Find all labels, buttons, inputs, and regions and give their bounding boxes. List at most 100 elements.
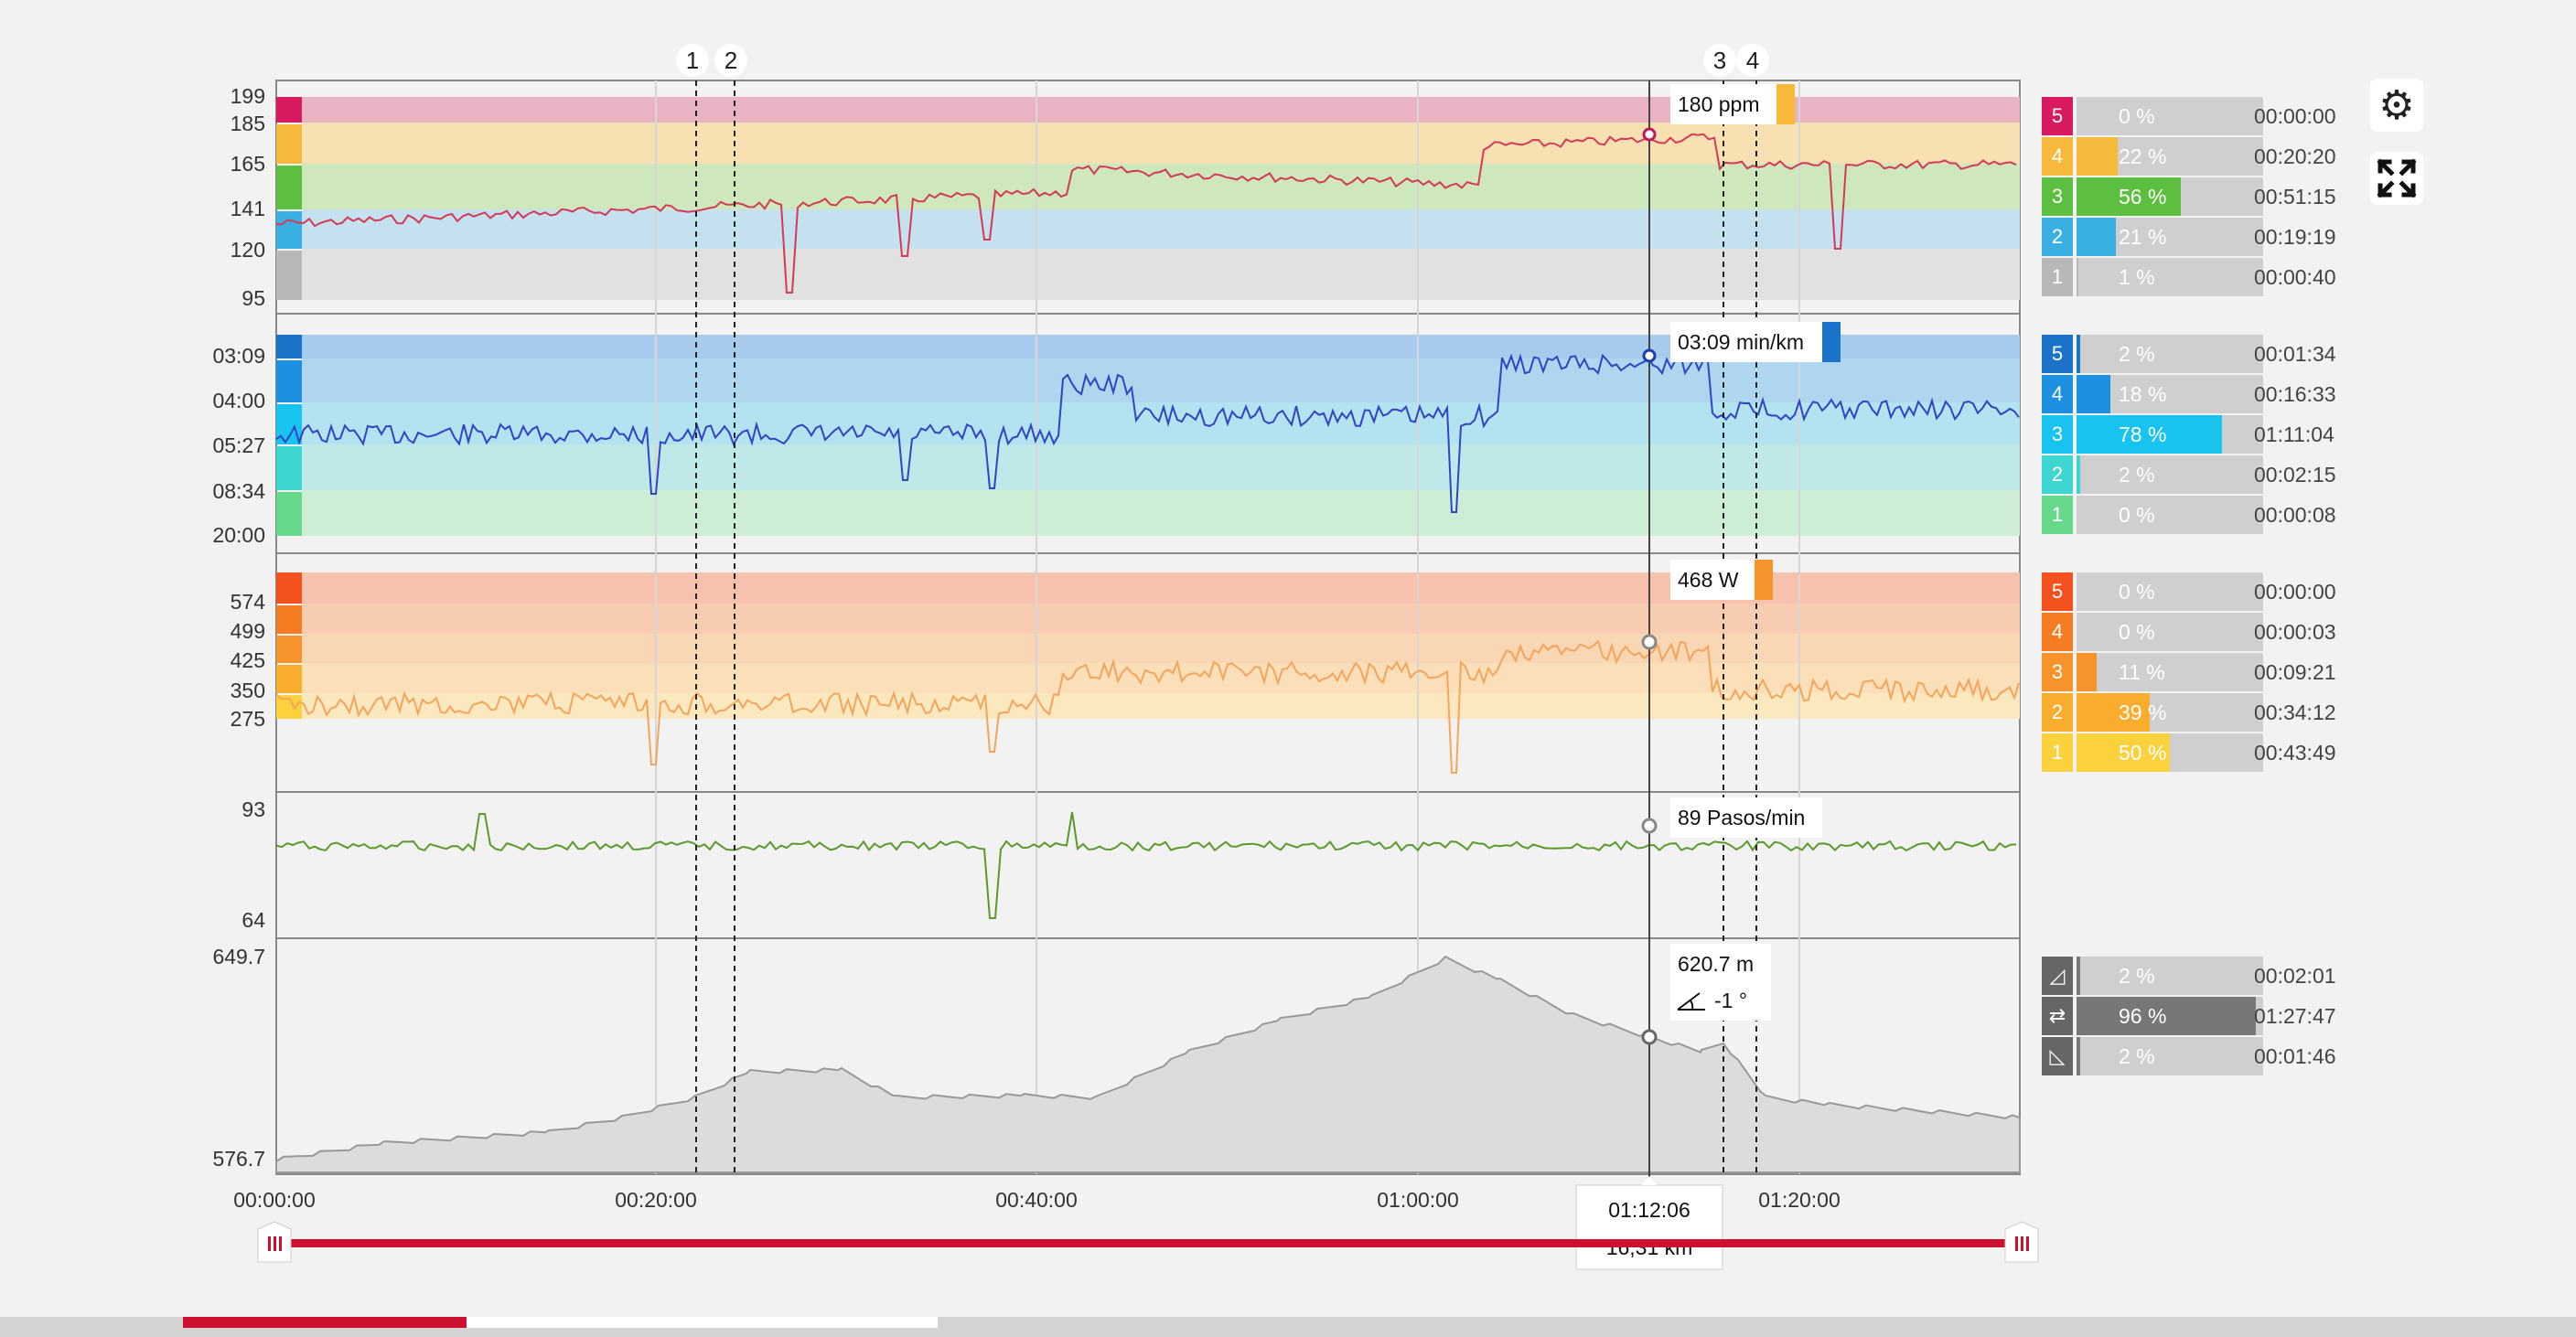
pace-zone-time: 01:11:04 [2254,422,2334,446]
range-slider[interactable] [257,1221,2039,1263]
svg-text:350: 350 [231,679,265,702]
pace-zone-percent: 18 % [2119,382,2167,406]
fullscreen-icon [2377,158,2417,198]
lap-marker-4: 4 [1746,47,1759,74]
pace-zone-time: 00:01:34 [2254,342,2336,366]
pace-zone-percent: 78 % [2119,422,2167,446]
svg-text:120: 120 [231,238,265,262]
svg-text:00:40:00: 00:40:00 [995,1188,1078,1212]
svg-text:165: 165 [231,152,265,176]
pace-zone-percent: 2 % [2119,463,2155,487]
svg-text:275: 275 [231,707,265,731]
hr-zone-percent: 1 % [2119,265,2155,289]
pace-zone-bar: 2 % [2077,335,2263,373]
hr-zone-bands [276,97,2020,300]
hr-zone-bar: 21 % [2077,218,2263,256]
downhill-icon: ◺ [2042,1037,2073,1075]
pace-zone-badge: 2 [2042,455,2073,494]
power-zone-percent: 50 % [2119,741,2167,765]
svg-text:00:20:00: 00:20:00 [615,1188,697,1212]
uphill-icon: ◿ [2042,957,2073,995]
pace-zone-time: 00:16:33 [2254,382,2336,406]
power-zone-bar: 0 % [2077,613,2263,651]
svg-text:01:20:00: 01:20:00 [1758,1188,1841,1212]
power-zone-percent: 0 % [2119,580,2155,604]
svg-text:620.7 m: 620.7 m [1678,952,1754,976]
slope-zone-percent: 96 % [2119,1004,2167,1028]
pace-zone-bar: 78 % [2077,415,2263,454]
range-slider-right-handle[interactable] [2004,1221,2039,1263]
svg-text:04:00: 04:00 [212,389,265,412]
gear-icon: ⚙ [2378,82,2415,128]
slope-zone-bar: 2 % [2077,1037,2263,1075]
tab-indicator-active [183,1317,467,1328]
hr-zone-badge: 1 [2042,258,2073,296]
pace-zone-fill [2077,335,2081,373]
power-zone-bar: 11 % [2077,653,2263,691]
svg-text:576.7: 576.7 [212,1147,265,1171]
slope-zone-percent: 2 % [2119,964,2155,988]
hr-zone-bar: 1 % [2077,258,2263,296]
svg-text:199: 199 [231,84,265,108]
range-slider-left-handle[interactable] [257,1221,292,1263]
slope-zone-percent: 2 % [2119,1044,2155,1068]
svg-text:03:09 min/km: 03:09 min/km [1678,330,1804,354]
pace-zone-badge: 3 [2042,415,2073,454]
pace-tooltip: 03:09 min/km [1670,322,1841,362]
power-zone-badge: 5 [2042,572,2073,611]
pace-zone-fill [2077,375,2110,413]
hr-zone-time: 00:19:19 [2254,225,2336,249]
power-zone-time: 00:34:12 [2254,701,2336,724]
hr-zone-badge: 4 [2042,137,2073,176]
power-zone-badge: 3 [2042,653,2073,691]
slope-zone-time: 00:02:01 [2254,964,2336,988]
power-zone-time: 00:00:00 [2254,580,2336,604]
pace-zone-bands [276,335,2020,536]
fullscreen-button[interactable] [2370,152,2423,205]
settings-button[interactable]: ⚙ [2370,79,2423,132]
hr-zone-time: 00:20:20 [2254,144,2336,168]
hr-zone-fill [2077,218,2116,256]
svg-text:08:34: 08:34 [212,479,265,503]
tab-indicator [467,1317,938,1328]
pace-zone-badge: 4 [2042,375,2073,413]
hr-zone-time: 00:00:00 [2254,104,2336,128]
lap-marker-1: 1 [686,47,699,74]
power-tooltip: 468 W [1670,560,1773,600]
hr-zone-percent: 56 % [2119,185,2167,209]
pace-zone-badge: 1 [2042,496,2073,534]
svg-text:95: 95 [242,286,265,310]
range-slider-track [274,1239,2022,1247]
elevation-tooltip: 620.7 m -1 ° [1670,944,1771,1021]
pace-zone-fill [2077,455,2081,494]
pace-zone-time: 00:00:08 [2254,503,2336,527]
svg-text:468 W: 468 W [1678,568,1739,592]
pace-zone-bar: 0 % [2077,496,2263,534]
hr-zone-fill [2077,258,2079,296]
power-zone-bar: 50 % [2077,733,2263,772]
power-zone-time: 00:43:49 [2254,741,2336,765]
slope-zone-bar: 96 % [2077,997,2263,1035]
power-zone-percent: 11 % [2119,660,2165,684]
svg-text:649.7: 649.7 [212,945,265,968]
hr-zone-bar: 56 % [2077,177,2263,216]
hr-zone-fill [2077,137,2118,176]
svg-text:180 ppm: 180 ppm [1678,92,1760,116]
hr-zone-bar: 22 % [2077,137,2263,176]
hr-tooltip: 180 ppm [1670,84,1795,124]
lap-marker-labels[interactable]: 1 2 3 4 [676,44,1769,77]
lap-marker-3: 3 [1713,47,1726,74]
hr-zone-time: 00:00:40 [2254,265,2336,289]
lap-marker-2: 2 [724,47,737,74]
power-zone-bar: 39 % [2077,693,2263,732]
hr-zone-time: 00:51:15 [2254,185,2336,209]
svg-text:64: 64 [242,908,265,932]
slope-zone-fill [2077,957,2081,995]
hr-zone-badge: 3 [2042,177,2073,216]
hr-zone-bar: 0 % [2077,97,2263,135]
pace-zone-time: 00:02:15 [2254,463,2336,487]
svg-text:00:00:00: 00:00:00 [233,1188,316,1212]
svg-text:574: 574 [231,590,266,614]
page-footer-strip [0,1317,2576,1337]
y-axis-labels: 199 185 165 141 120 95 03:09 04:00 05:27… [212,84,265,1171]
